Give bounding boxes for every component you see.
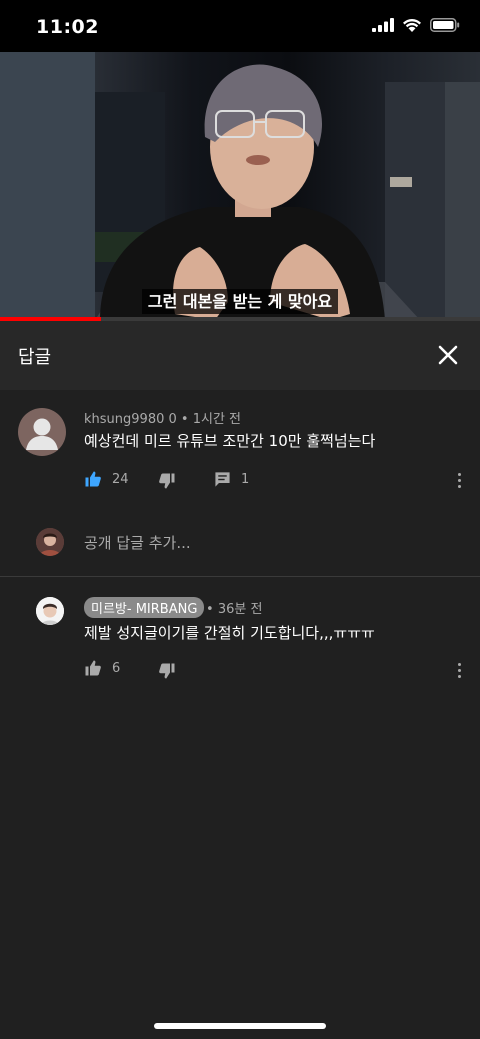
like-button[interactable]: 6 bbox=[84, 659, 120, 677]
thumbs-down-icon bbox=[159, 663, 175, 679]
home-indicator[interactable] bbox=[154, 1023, 326, 1029]
comment-meta: khsung9980 0 • 1시간 전 bbox=[84, 408, 241, 427]
meta-separator: • bbox=[206, 602, 218, 617]
reply-time: 36분 전 bbox=[217, 602, 263, 617]
parent-comment: khsung9980 0 • 1시간 전 예상컨데 미르 유튜브 조만간 10만… bbox=[0, 390, 480, 507]
wifi-icon bbox=[403, 18, 421, 32]
like-count: 6 bbox=[112, 660, 121, 676]
dislike-button[interactable] bbox=[158, 472, 176, 490]
comment-icon bbox=[215, 472, 230, 487]
kebab-menu-icon bbox=[457, 472, 461, 488]
thumbs-up-icon bbox=[85, 660, 101, 676]
video-player[interactable]: 그런 대본을 받는 게 맞아요 bbox=[0, 52, 480, 320]
reply-comment: 미르방- MIRBANG • 36분 전 제발 성지글이기를 간절히 기도합니다… bbox=[0, 578, 480, 688]
status-time: 11:02 bbox=[36, 16, 99, 38]
video-subtitle: 그런 대본을 받는 게 맞아요 bbox=[0, 288, 480, 314]
reply-text: 제발 성지글이기를 간절히 기도합니다,,,ㅠㅠㅠ bbox=[84, 624, 375, 642]
battery-icon bbox=[430, 18, 460, 32]
reply-meta: • 36분 전 bbox=[206, 598, 262, 617]
like-count: 24 bbox=[112, 471, 129, 487]
subtitle-text: 그런 대본을 받는 게 맞아요 bbox=[141, 289, 339, 314]
status-icons bbox=[372, 18, 460, 32]
creator-author-badge[interactable]: 미르방- MIRBANG bbox=[84, 597, 205, 618]
cellular-signal-icon bbox=[372, 18, 394, 32]
kebab-menu-icon bbox=[457, 662, 461, 678]
comment-time: 1시간 전 bbox=[192, 412, 242, 427]
status-bar: 11:02 bbox=[0, 0, 480, 52]
close-button[interactable] bbox=[436, 343, 460, 367]
avatar[interactable] bbox=[36, 597, 64, 625]
video-frame bbox=[0, 52, 480, 320]
comment-text: 예상컨데 미르 유튜브 조만간 10만 훌쩍넘는다 bbox=[84, 432, 376, 450]
comment-menu-button[interactable] bbox=[452, 470, 466, 490]
meta-separator: • bbox=[180, 412, 193, 427]
close-icon bbox=[438, 345, 458, 365]
avatar-image bbox=[36, 528, 64, 556]
like-button[interactable]: 24 bbox=[84, 470, 129, 488]
dislike-button[interactable] bbox=[158, 662, 176, 680]
avatar-image bbox=[36, 597, 64, 625]
current-user-avatar bbox=[36, 528, 64, 556]
comment-author[interactable]: khsung9980 0 bbox=[84, 412, 177, 427]
thumbs-down-icon bbox=[159, 473, 175, 489]
reply-placeholder: 공개 답글 추가... bbox=[84, 534, 191, 552]
reply-menu-button[interactable] bbox=[452, 660, 466, 680]
panel-title: 답글 bbox=[18, 347, 52, 368]
thumbs-up-icon bbox=[85, 471, 101, 487]
reply-count: 1 bbox=[241, 472, 250, 487]
default-user-icon bbox=[26, 418, 58, 450]
avatar[interactable] bbox=[18, 408, 66, 456]
replies-panel-header: 답글 bbox=[0, 321, 480, 390]
reply-count-button[interactable]: 1 bbox=[214, 471, 249, 488]
add-reply-field[interactable]: 공개 답글 추가... bbox=[0, 507, 480, 577]
